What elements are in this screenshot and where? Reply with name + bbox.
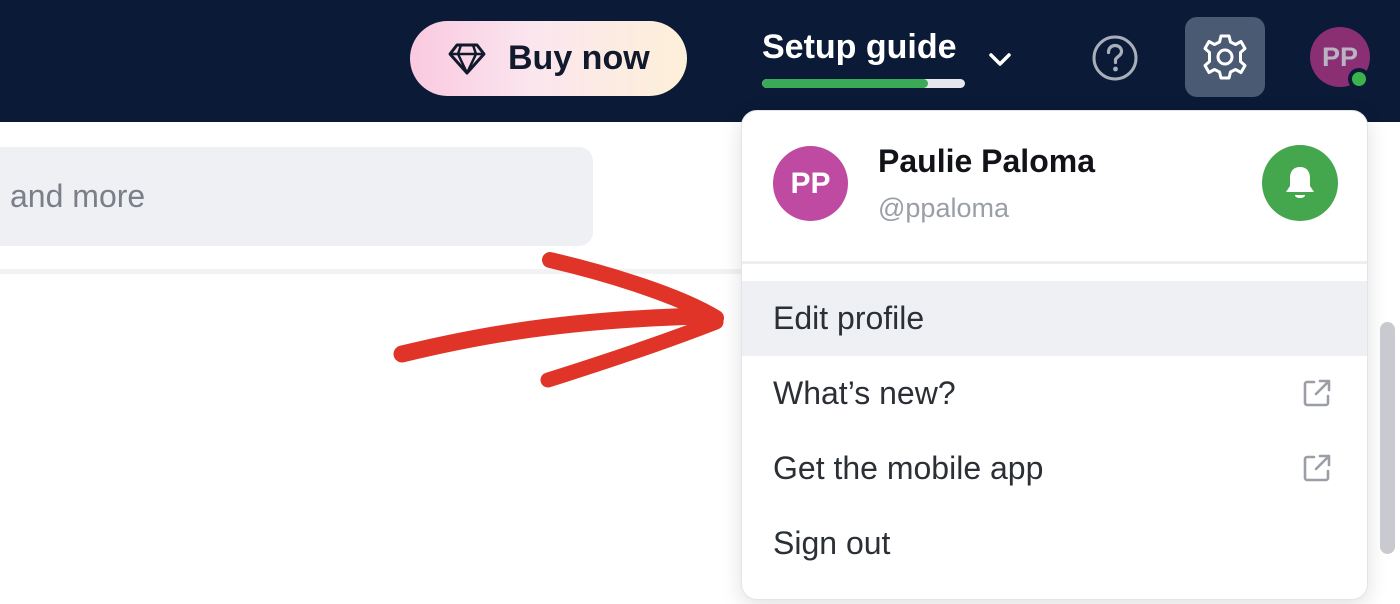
- search-input[interactable]: and more: [0, 147, 593, 246]
- setup-progress-bar: [762, 79, 965, 88]
- setup-guide-label: Setup guide: [762, 28, 957, 66]
- settings-button[interactable]: [1185, 17, 1265, 97]
- buy-now-button[interactable]: Buy now: [410, 21, 687, 96]
- buy-now-label: Buy now: [508, 39, 650, 77]
- top-navigation-bar: Buy now Setup guide PP: [0, 0, 1400, 122]
- setup-progress-fill: [762, 79, 929, 88]
- menu-item-mobile-app[interactable]: Get the mobile app: [742, 431, 1367, 506]
- external-link-icon: [1303, 379, 1331, 407]
- menu-item-sign-out[interactable]: Sign out: [742, 506, 1367, 581]
- gear-icon: [1203, 34, 1247, 80]
- setup-guide-button[interactable]: Setup guide: [762, 28, 1022, 92]
- menu-item-label: Get the mobile app: [773, 450, 1044, 486]
- search-placeholder: and more: [10, 178, 146, 214]
- menu-item-label: Edit profile: [773, 300, 925, 336]
- diamond-icon: [448, 43, 486, 74]
- bell-icon: [1286, 167, 1314, 198]
- page-scrollbar[interactable]: [1380, 322, 1395, 554]
- online-status-dot: [1348, 68, 1370, 90]
- menu-avatar: PP: [773, 146, 848, 221]
- help-icon[interactable]: [1090, 33, 1140, 83]
- chevron-down-icon: [989, 53, 1011, 66]
- menu-item-edit-profile[interactable]: Edit profile: [742, 281, 1367, 356]
- user-name: Paulie Paloma: [878, 143, 1095, 179]
- content-divider: [0, 269, 760, 274]
- notifications-button[interactable]: [1262, 145, 1338, 221]
- menu-item-label: Sign out: [773, 525, 891, 561]
- menu-item-label: What’s new?: [773, 375, 956, 411]
- external-link-icon: [1303, 454, 1331, 482]
- menu-item-whats-new[interactable]: What’s new?: [742, 356, 1367, 431]
- user-handle: @ppaloma: [878, 193, 1009, 223]
- menu-divider: [742, 261, 1367, 264]
- user-menu-dropdown: PP Paulie Paloma @ppaloma Edit profile W…: [741, 110, 1368, 600]
